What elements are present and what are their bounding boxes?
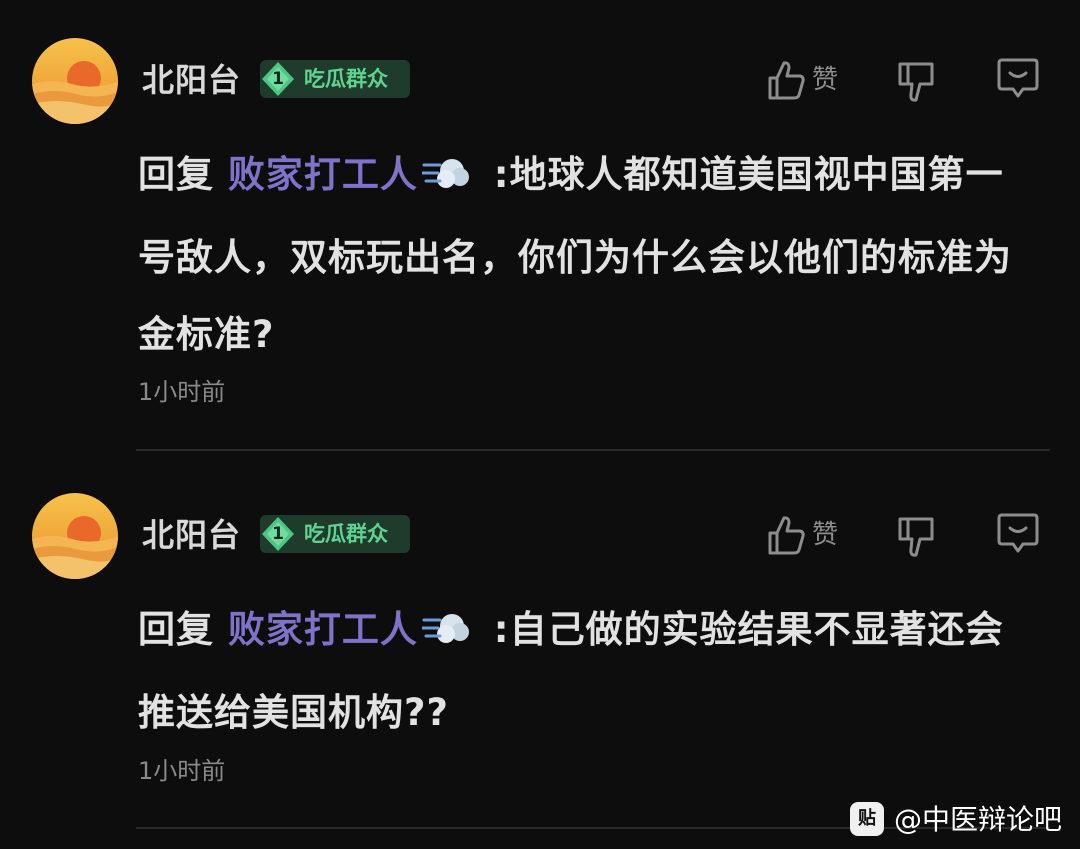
comment-bubble-icon bbox=[996, 58, 1040, 104]
thumbs-up-icon bbox=[766, 58, 806, 106]
like-button[interactable]: 赞 bbox=[766, 513, 856, 557]
badge-level-number: 1 bbox=[272, 69, 284, 89]
thumbs-down-icon bbox=[896, 62, 936, 108]
watermark-text: @中医辩论吧 bbox=[894, 803, 1063, 836]
mention-link[interactable]: 败家打工人 bbox=[228, 153, 418, 196]
like-label: 赞 bbox=[812, 65, 839, 95]
reply-button[interactable] bbox=[996, 511, 1040, 555]
comment-bubble-icon bbox=[996, 513, 1040, 559]
mention-link[interactable]: 败家打工人 bbox=[228, 608, 418, 651]
badge-title: 吃瓜群众 bbox=[304, 67, 388, 91]
badge-title: 吃瓜群众 bbox=[304, 522, 388, 546]
avatar[interactable] bbox=[32, 493, 118, 579]
level-gem-icon: 1 bbox=[260, 516, 296, 552]
level-gem-icon: 1 bbox=[260, 61, 296, 97]
thumbs-up-icon bbox=[766, 513, 806, 561]
user-level-badge[interactable]: 1 吃瓜群众 bbox=[260, 60, 410, 98]
like-button[interactable]: 赞 bbox=[766, 58, 856, 102]
avatar[interactable] bbox=[32, 38, 118, 124]
dislike-button[interactable] bbox=[896, 60, 940, 104]
comment-content: 回复 败家打工人 :自己做的实验结果不显著还会推送给美国机构?? bbox=[138, 591, 1038, 751]
user-level-badge[interactable]: 1 吃瓜群众 bbox=[260, 515, 410, 553]
username[interactable]: 北阳台 bbox=[142, 58, 241, 102]
dislike-button[interactable] bbox=[896, 515, 940, 559]
timestamp: 1小时前 bbox=[138, 757, 226, 785]
dash-emoji-icon bbox=[420, 142, 470, 219]
timestamp: 1小时前 bbox=[138, 378, 226, 406]
dash-emoji-icon bbox=[420, 597, 470, 674]
like-label: 赞 bbox=[812, 520, 839, 550]
reply-prefix: 回复 bbox=[138, 608, 214, 651]
tieba-logo-icon: 贴 bbox=[850, 802, 884, 836]
reply-button[interactable] bbox=[996, 56, 1040, 100]
badge-level-number: 1 bbox=[272, 524, 284, 544]
divider bbox=[136, 449, 1050, 451]
thumbs-down-icon bbox=[896, 517, 936, 563]
username[interactable]: 北阳台 bbox=[142, 513, 241, 557]
comment-content: 回复 败家打工人 :地球人都知道美国视中国第一号敌人，双标玩出名，你们为什么会以… bbox=[138, 136, 1038, 373]
watermark: 贴 @中医辩论吧 bbox=[848, 800, 1068, 840]
reply-prefix: 回复 bbox=[138, 153, 214, 196]
